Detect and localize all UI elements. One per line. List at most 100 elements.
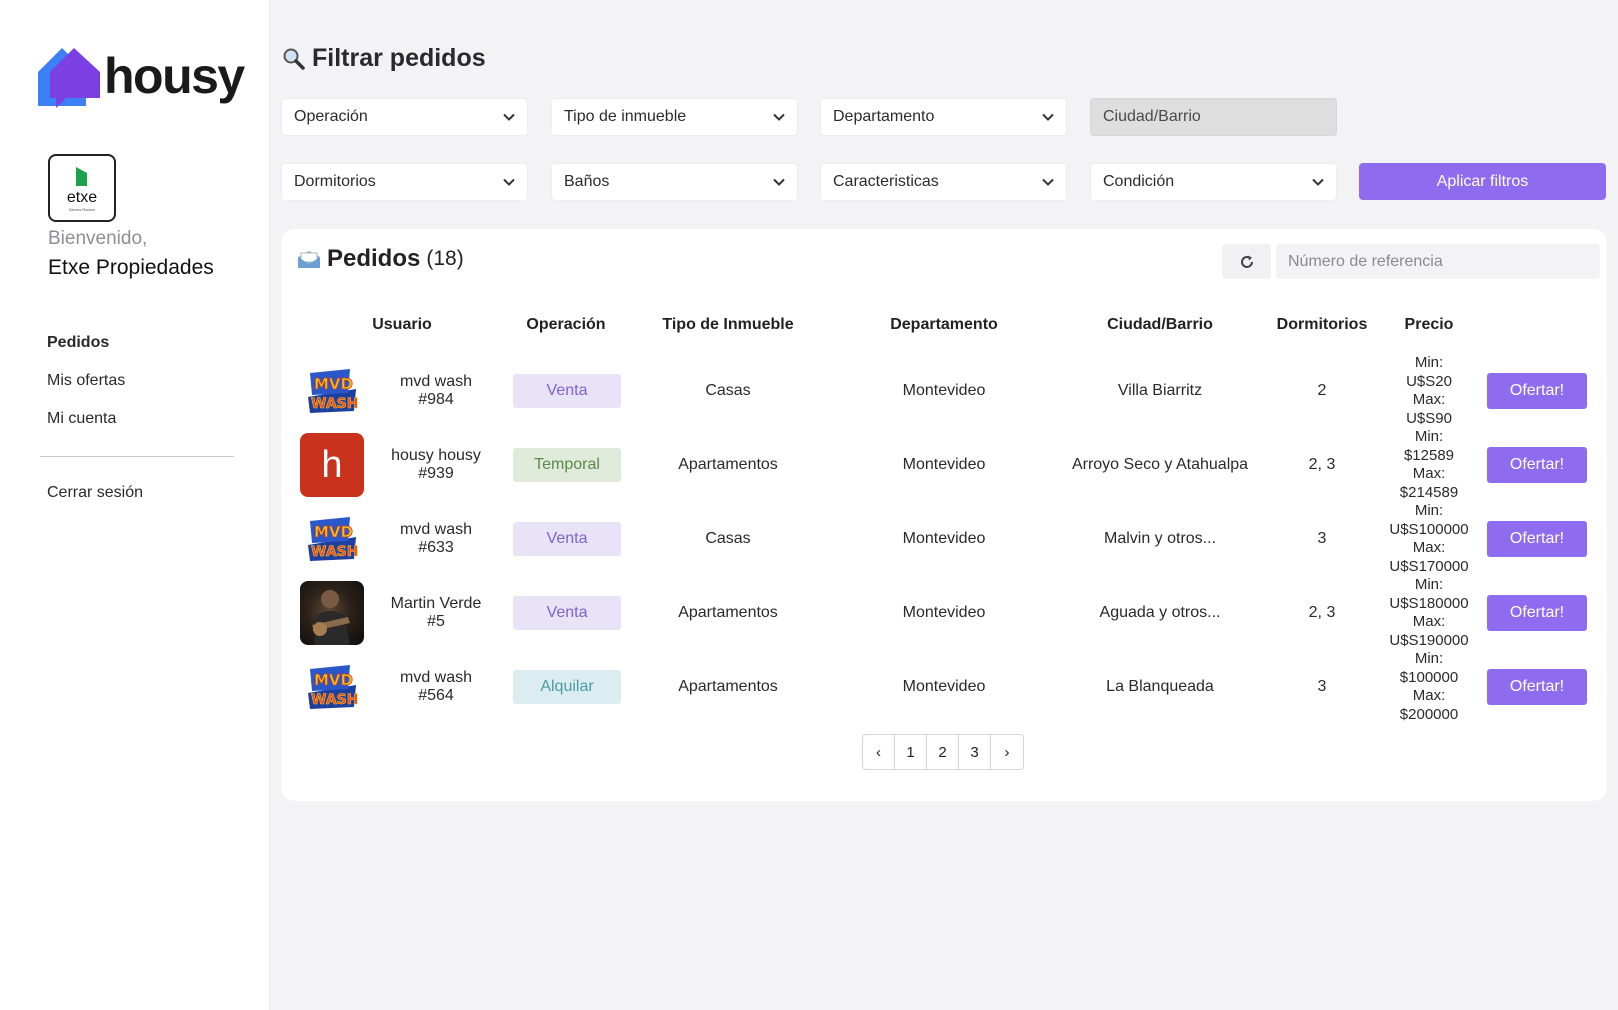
price-range: Min: U$S20 Max: U$S90 [1406, 354, 1452, 428]
chevron-down-icon [1042, 178, 1054, 186]
orders-title: Pedidos [327, 245, 421, 272]
table-row: MVD WASH mvd wash #564 Alquilar Apartame… [281, 650, 1607, 724]
price-max-label: Max: [1412, 391, 1446, 408]
bedrooms: 3 [1317, 530, 1327, 547]
user-name: Martin Verde [390, 595, 482, 612]
avatar-letter: h [300, 433, 364, 497]
sidebar-item-mis-ofertas[interactable]: Mis ofertas [47, 372, 125, 390]
price-max: $214589 [1399, 483, 1459, 501]
mvd-wash-logo-icon: MVD WASH [308, 369, 359, 413]
price-min: U$S100000 [1389, 520, 1469, 538]
housy-logo-text: housy [104, 48, 245, 104]
envelope-icon [298, 251, 320, 268]
city-neighborhood: Arroyo Seco y Atahualpa [1071, 456, 1249, 473]
mvd-wash-logo-icon: MVD WASH [308, 517, 359, 561]
price-min-label: Min: [1414, 650, 1444, 667]
filter-tipo-inmueble-select[interactable]: Tipo de inmueble [551, 98, 798, 136]
operation-badge: Alquilar [513, 670, 621, 704]
table-row: MVD WASH mvd wash #633 Venta Casas Monte… [281, 502, 1607, 576]
avatar-mvd-wash: MVD WASH [300, 655, 364, 719]
column-header-precio[interactable]: Precio [1405, 316, 1454, 334]
offer-button[interactable]: Ofertar! [1487, 447, 1587, 483]
sidebar-item-mi-cuenta[interactable]: Mi cuenta [47, 410, 125, 428]
column-header-usuario[interactable]: Usuario [372, 316, 432, 334]
pagination-page-1[interactable]: 1 [895, 735, 927, 769]
operation-badge: Temporal [513, 448, 621, 482]
svg-text:WASH: WASH [311, 396, 358, 412]
orders-count: (18) [426, 247, 464, 270]
filter-condicion-label: Condición [1103, 173, 1175, 190]
price-max-label: Max: [1412, 687, 1446, 704]
chevron-down-icon [503, 178, 515, 186]
offer-button[interactable]: Ofertar! [1487, 595, 1587, 631]
column-header-dormitorios[interactable]: Dormitorios [1277, 316, 1368, 334]
user-id: #633 [418, 539, 454, 556]
department: Montevideo [902, 382, 986, 399]
magnifier-icon [283, 48, 305, 70]
table-row: h housy housy #939 Temporal Apartamentos… [281, 428, 1607, 502]
price-max-label: Max: [1412, 613, 1446, 630]
user-name: mvd wash [399, 373, 473, 390]
filter-condicion-select[interactable]: Condición [1090, 163, 1337, 201]
column-header-ciudad-barrio[interactable]: Ciudad/Barrio [1107, 316, 1213, 334]
bedrooms: 2, 3 [1308, 604, 1336, 621]
price-range: Min: $12589 Max: $214589 [1400, 428, 1458, 502]
svg-text:MVD: MVD [314, 523, 353, 541]
property-type: Apartamentos [678, 604, 778, 621]
filter-operacion-select[interactable]: Operación [281, 98, 528, 136]
welcome-text: Bienvenido, [48, 228, 148, 249]
svg-text:WASH: WASH [311, 544, 358, 560]
price-max: $200000 [1399, 705, 1459, 723]
column-header-departamento[interactable]: Departamento [890, 316, 998, 334]
filter-dormitorios-label: Dormitorios [294, 173, 376, 190]
bedrooms: 2, 3 [1308, 456, 1336, 473]
user-cell: mvd wash #984 [400, 354, 472, 428]
pagination-prev-button[interactable]: ‹ [863, 735, 895, 769]
operation-badge: Venta [513, 522, 621, 556]
apply-filters-button[interactable]: Aplicar filtros [1359, 163, 1606, 200]
chevron-down-icon [1042, 113, 1054, 121]
filter-dormitorios-select[interactable]: Dormitorios [281, 163, 528, 201]
department: Montevideo [902, 678, 986, 695]
logout-link[interactable]: Cerrar sesión [47, 484, 143, 502]
operation-badge: Venta [513, 596, 621, 630]
filter-ciudad-barrio-select: Ciudad/Barrio [1090, 98, 1337, 136]
price-min: $100000 [1399, 668, 1459, 686]
price-min-label: Min: [1414, 428, 1444, 445]
pagination: ‹ 1 2 3 › [862, 734, 1024, 770]
offer-button[interactable]: Ofertar! [1487, 373, 1587, 409]
city-neighborhood: La Blanqueada [1106, 678, 1214, 695]
reference-number-input[interactable] [1276, 244, 1600, 279]
filter-banos-select[interactable]: Baños [551, 163, 798, 201]
filter-caracteristicas-select[interactable]: Caracteristicas [820, 163, 1067, 201]
org-leaf-icon [76, 166, 87, 186]
city-neighborhood: Villa Biarritz [1117, 382, 1203, 399]
svg-text:WASH: WASH [311, 692, 358, 708]
user-id: #5 [427, 613, 445, 630]
chevron-down-icon [503, 113, 515, 121]
pagination-next-button[interactable]: › [991, 735, 1023, 769]
offer-button[interactable]: Ofertar! [1487, 521, 1587, 557]
filter-heading: Filtrar pedidos [282, 44, 486, 73]
sidebar: housy etxe Bienes Raíces Bienvenido, Etx… [0, 0, 270, 1010]
column-header-tipo-inmueble[interactable]: Tipo de Inmueble [662, 316, 793, 334]
offer-button[interactable]: Ofertar! [1487, 669, 1587, 705]
price-range: Min: U$S100000 Max: U$S170000 [1389, 502, 1468, 576]
refresh-button[interactable] [1222, 244, 1271, 279]
column-header-operacion[interactable]: Operación [526, 316, 605, 334]
user-cell: Martin Verde #5 [391, 576, 482, 650]
filter-caracteristicas-label: Caracteristicas [833, 173, 939, 190]
housy-logo[interactable]: housy [36, 44, 245, 110]
user-cell: mvd wash #633 [400, 502, 472, 576]
filter-departamento-select[interactable]: Departamento [820, 98, 1067, 136]
sidebar-item-pedidos[interactable]: Pedidos [47, 334, 125, 352]
department: Montevideo [902, 604, 986, 621]
user-name: housy housy [391, 447, 481, 464]
pagination-page-3[interactable]: 3 [959, 735, 991, 769]
main-content: Filtrar pedidos Operación Tipo de inmueb… [270, 0, 1618, 1010]
user-id: #564 [418, 687, 454, 704]
price-range: Min: U$S180000 Max: U$S190000 [1389, 576, 1468, 650]
orders-heading: Pedidos (18) [297, 245, 464, 273]
pagination-page-2[interactable]: 2 [927, 735, 959, 769]
sidebar-nav: Pedidos Mis ofertas Mi cuenta [47, 334, 125, 448]
